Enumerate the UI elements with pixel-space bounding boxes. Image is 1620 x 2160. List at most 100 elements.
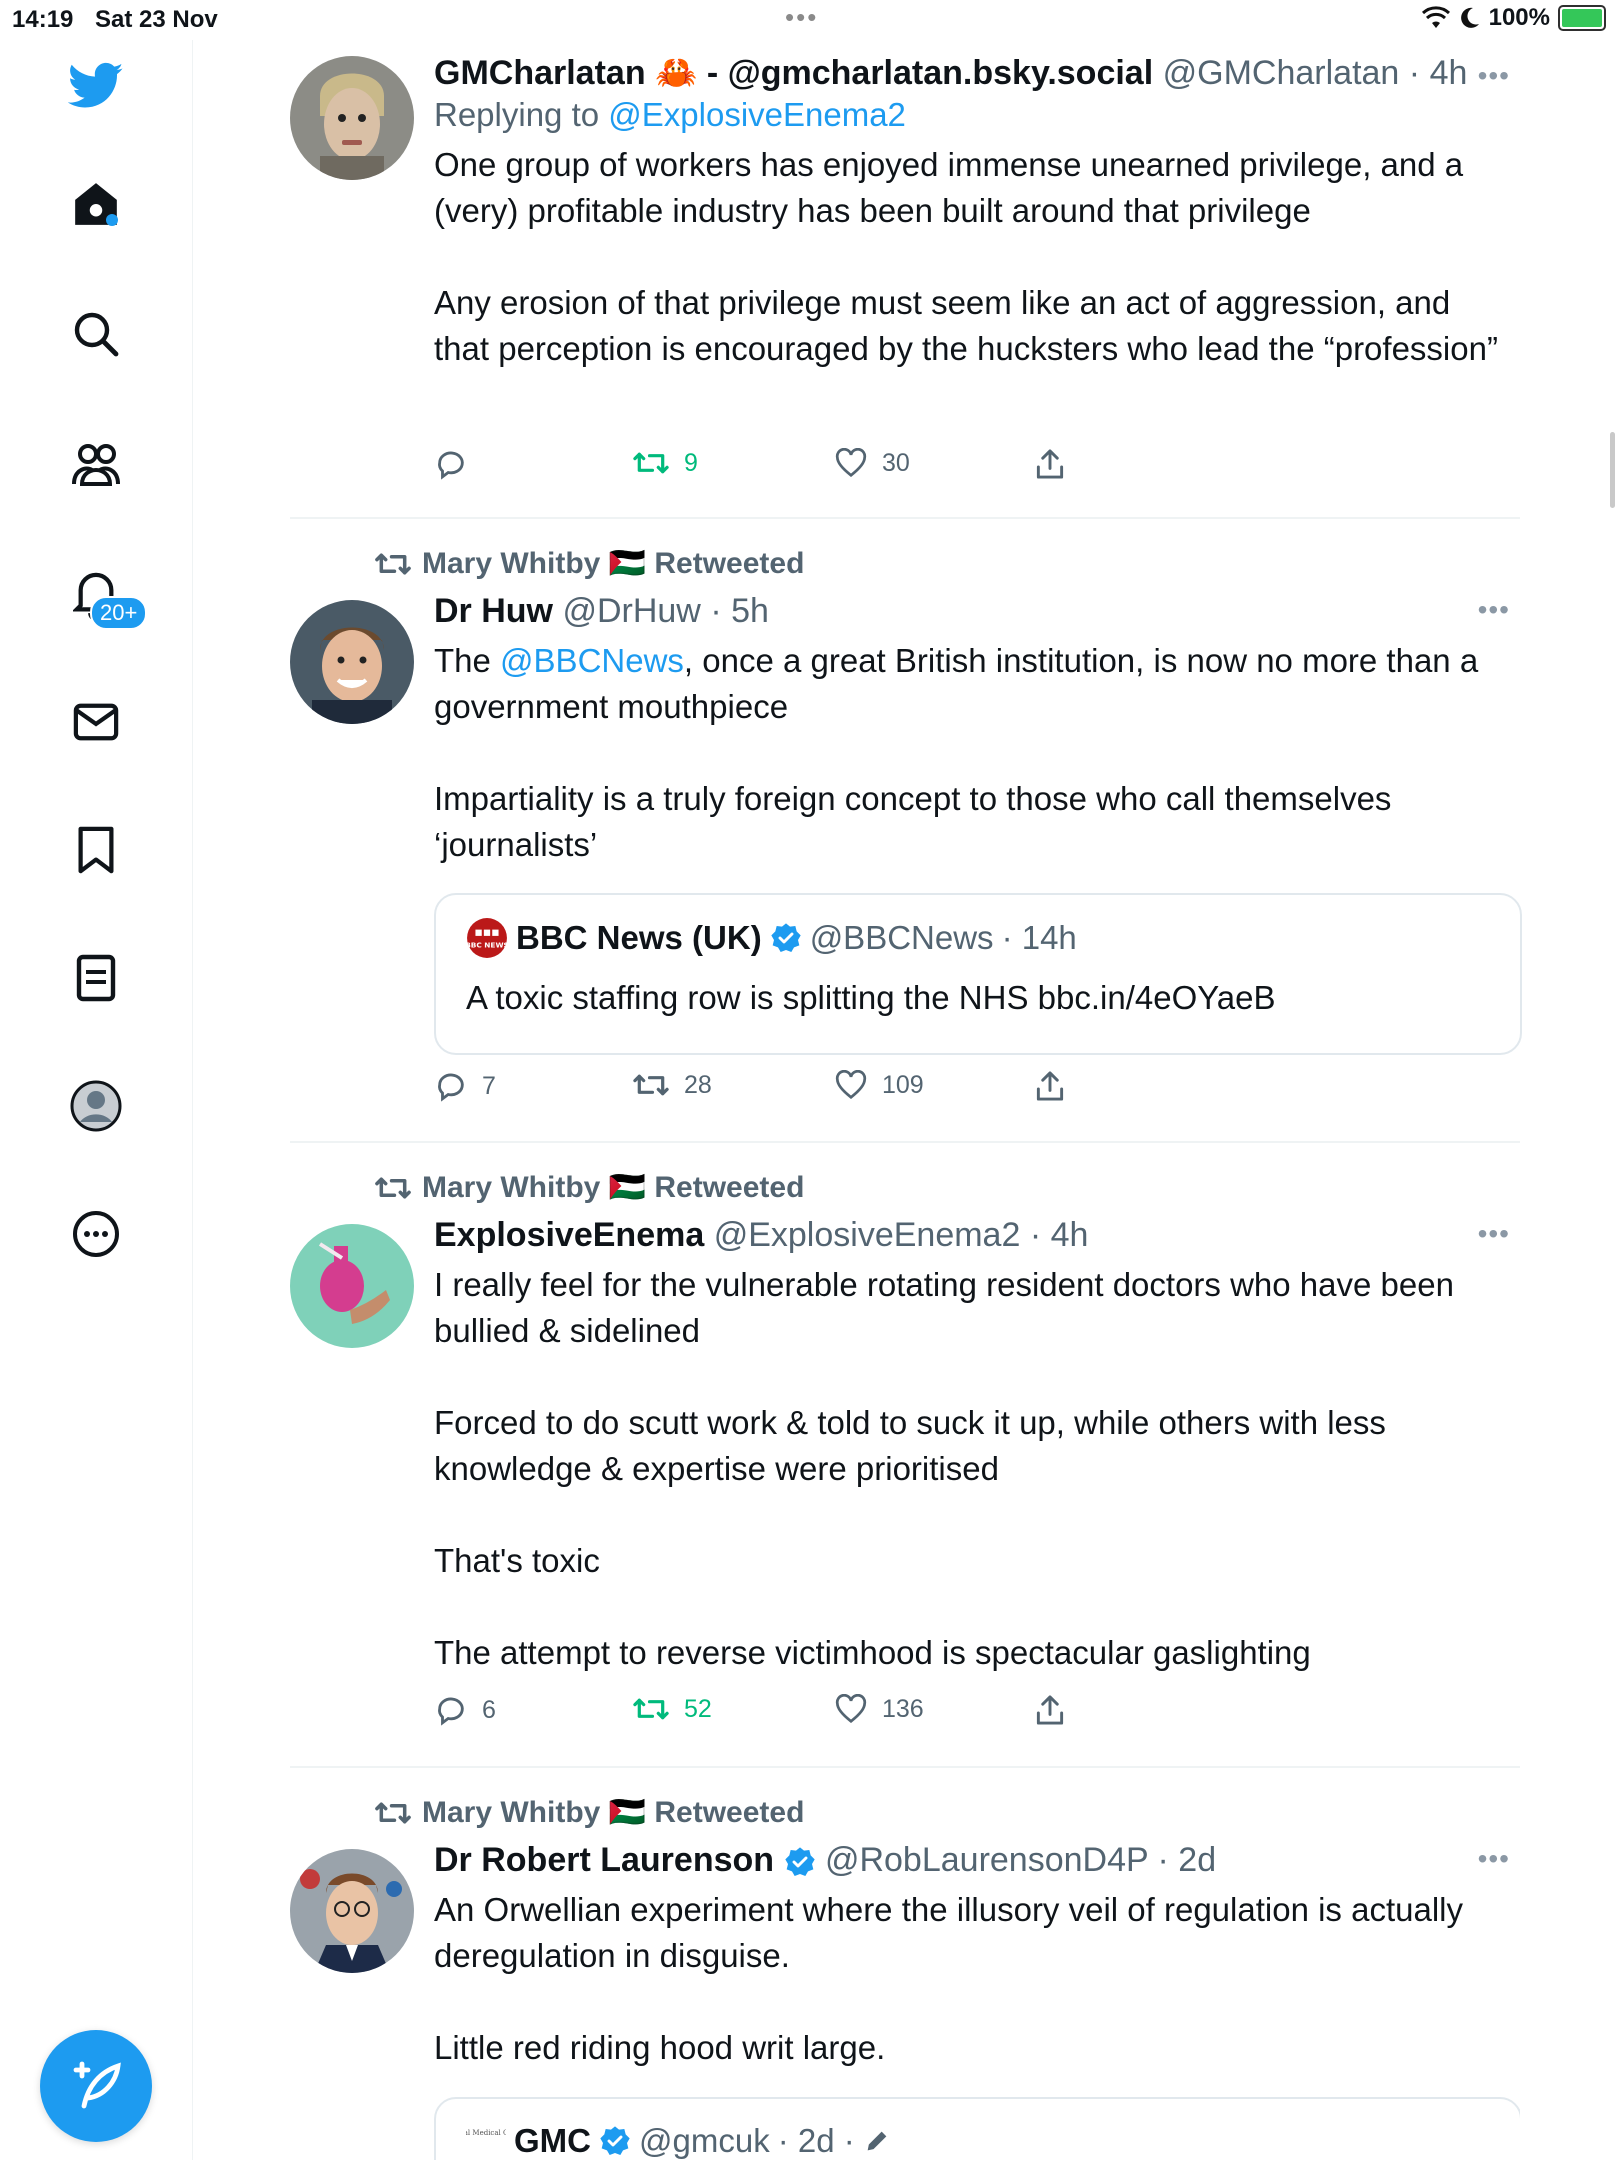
quoted-tweet[interactable]: General Medical Council GMC @gmcuk · 2d … [434, 2097, 1520, 2160]
communities-icon[interactable] [60, 428, 132, 500]
replying-to-link[interactable]: @ExplosiveEnema2 [608, 96, 906, 133]
retweet-icon [633, 452, 669, 474]
timestamp[interactable]: · 2d [1158, 1841, 1217, 1879]
mention-link[interactable]: @BBCNews [500, 642, 684, 679]
share-icon [1036, 1695, 1064, 1725]
more-options-icon[interactable] [60, 1198, 132, 1270]
more-menu-icon[interactable]: ••• [1478, 60, 1510, 92]
compose-tweet-button[interactable] [40, 2030, 152, 2142]
tweet-paragraph: The @BBCNews, once a great British insti… [434, 638, 1510, 730]
battery-icon [1558, 5, 1606, 31]
avatar[interactable] [290, 1224, 414, 1348]
verified-badge-icon [784, 1847, 815, 1877]
quoted-tweet-header: General Medical Council GMC @gmcuk · 2d … [466, 2121, 891, 2160]
avatar[interactable] [290, 1849, 414, 1973]
more-menu-icon[interactable]: ••• [1478, 1843, 1510, 1875]
tweet[interactable]: Mary Whitby 🇵🇸 Retweeted ExplosiveEnema … [290, 1164, 1520, 1744]
multitasking-dots-icon[interactable]: ••• [785, 2, 818, 33]
profile-avatar-icon[interactable] [60, 1070, 132, 1142]
retweet-count: 52 [684, 1694, 712, 1723]
reply-button[interactable]: 6 [434, 1694, 496, 1726]
timestamp[interactable]: · 4h [1409, 54, 1468, 92]
home-new-dot [106, 214, 118, 226]
retweeted-by-text: Mary Whitby 🇵🇸 Retweeted [422, 1171, 805, 1204]
reply-icon [438, 451, 464, 480]
compose-feather-icon [73, 2061, 121, 2109]
avatar[interactable] [290, 56, 414, 180]
gmc-logo-text: General Medical Council [466, 2129, 506, 2137]
retweeted-by-line[interactable]: Mary Whitby 🇵🇸 Retweeted [374, 1795, 804, 1830]
retweet-button[interactable]: 9 [632, 448, 698, 478]
reply-button[interactable]: 7 [434, 1070, 496, 1102]
share-button[interactable] [1034, 1694, 1066, 1726]
retweeted-by-line[interactable]: Mary Whitby 🇵🇸 Retweeted [374, 546, 804, 581]
quoted-display-name: BBC News (UK) [516, 919, 762, 956]
more-menu-icon[interactable]: ••• [1478, 1218, 1510, 1250]
like-count: 136 [882, 1694, 924, 1723]
more-menu-icon[interactable]: ••• [1478, 594, 1510, 626]
handle[interactable]: @RobLaurensonD4P [825, 1841, 1148, 1879]
retweet-small-icon [375, 1801, 411, 1824]
tweet-paragraph: The attempt to reverse victimhood is spe… [434, 1634, 1311, 1671]
retweet-button[interactable]: 28 [632, 1070, 712, 1100]
status-bar: 14:19 Sat 23 Nov ••• 100% [0, 0, 1620, 40]
battery-percent: 100% [1488, 4, 1550, 31]
like-button[interactable]: 30 [834, 448, 910, 478]
share-button[interactable] [1034, 1070, 1066, 1102]
tweet-actions: 9 30 [434, 448, 1094, 488]
quoted-tweet[interactable]: BBC NEWS BBC News (UK) @BBCNews · 14h A … [434, 893, 1522, 1055]
display-name[interactable]: ExplosiveEnema [434, 1216, 704, 1254]
twitter-logo-icon[interactable] [60, 50, 132, 122]
home-icon[interactable] [60, 168, 132, 240]
tweet[interactable]: GMCharlatan 🦀 - @gmcharlatan.bsky.social… [290, 52, 1520, 482]
retweeted-by-line[interactable]: Mary Whitby 🇵🇸 Retweeted [374, 1170, 804, 1205]
share-button[interactable] [1034, 448, 1066, 480]
reply-icon [438, 1073, 464, 1102]
tweet-content: ExplosiveEnema @ExplosiveEnema2 · 4h I r… [434, 1214, 1510, 1676]
avatar[interactable] [290, 600, 414, 724]
retweet-count: 9 [684, 448, 698, 477]
tweet-paragraph: An Orwellian experiment where the illuso… [434, 1891, 1463, 1974]
tweet[interactable]: Mary Whitby 🇵🇸 Retweeted Dr Robert Laure… [290, 1789, 1520, 2160]
messages-icon[interactable] [60, 686, 132, 758]
tweet[interactable]: Mary Whitby 🇵🇸 Retweeted Dr Huw @DrHuw ·… [290, 540, 1522, 1120]
display-name[interactable]: Dr Robert Laurenson [434, 1841, 774, 1879]
tweet-text: An Orwellian experiment where the illuso… [434, 1887, 1510, 2071]
status-right: 100% [1421, 4, 1606, 32]
bookmarks-icon[interactable] [60, 814, 132, 886]
scrollbar[interactable] [1610, 432, 1615, 508]
search-icon[interactable] [60, 298, 132, 370]
status-date: Sat 23 Nov [95, 6, 218, 33]
like-button[interactable]: 109 [834, 1070, 924, 1100]
quoted-display-name: GMC [514, 2122, 591, 2159]
retweet-button[interactable]: 52 [632, 1694, 712, 1724]
share-icon [1036, 449, 1064, 479]
tweet-divider [290, 1766, 1520, 1768]
moon-icon [1460, 7, 1479, 28]
lists-icon[interactable] [60, 942, 132, 1014]
handle[interactable]: @DrHuw [562, 592, 700, 630]
reply-count: 7 [482, 1071, 496, 1100]
timestamp[interactable]: · 4h [1030, 1216, 1089, 1254]
tweet-content: GMCharlatan 🦀 - @gmcharlatan.bsky.social… [434, 52, 1510, 372]
heart-icon [835, 448, 867, 478]
display-name[interactable]: Dr Huw [434, 592, 553, 630]
handle[interactable]: @ExplosiveEnema2 [714, 1216, 1021, 1254]
display-name[interactable]: GMCharlatan 🦀 - @gmcharlatan.bsky.social [434, 54, 1153, 92]
retweet-small-icon [375, 552, 411, 575]
tweet-header: Dr Huw @DrHuw · 5h [434, 590, 1510, 632]
like-button[interactable]: 136 [834, 1694, 924, 1724]
tweet-header: ExplosiveEnema @ExplosiveEnema2 · 4h [434, 1214, 1510, 1256]
handle[interactable]: @GMCharlatan [1163, 54, 1400, 92]
tweet-actions: 6 52 136 [434, 1694, 1094, 1734]
tweet-paragraph: Any erosion of that privilege must seem … [434, 284, 1498, 367]
heart-icon [835, 1694, 867, 1724]
retweet-icon [633, 1698, 669, 1720]
verified-badge-icon [600, 2126, 630, 2155]
timestamp[interactable]: · 5h [710, 592, 769, 630]
reply-button[interactable] [434, 448, 482, 480]
tweet-divider [290, 1141, 1520, 1143]
tweet-header: GMCharlatan 🦀 - @gmcharlatan.bsky.social… [434, 52, 1510, 94]
wifi-icon [1421, 6, 1450, 28]
notifications-badge: 20+ [90, 596, 148, 630]
